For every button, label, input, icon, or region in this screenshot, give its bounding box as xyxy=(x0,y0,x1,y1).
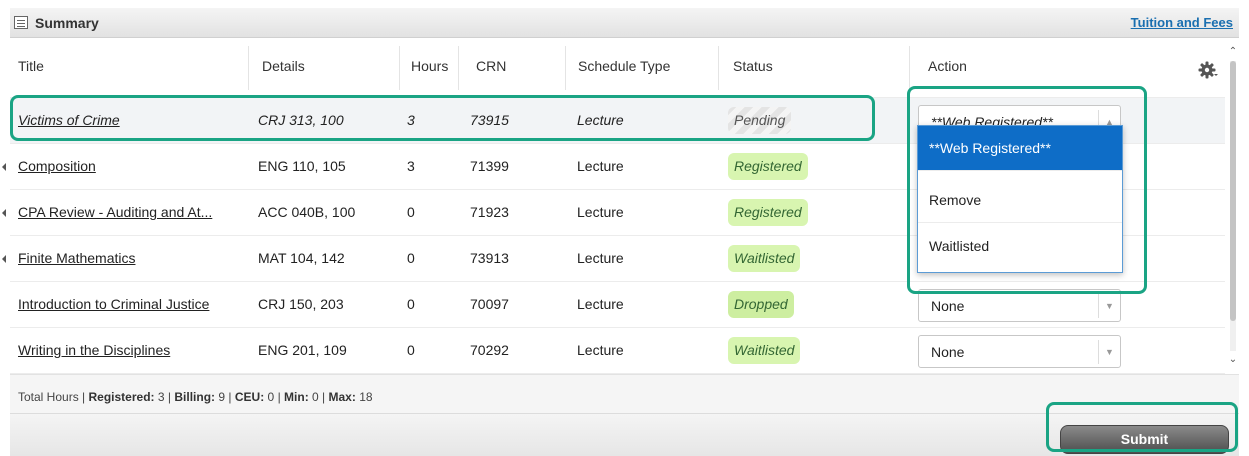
course-details: ACC 040B, 100 xyxy=(258,204,356,220)
row-marker-icon xyxy=(2,255,6,263)
course-details: ENG 110, 105 xyxy=(258,158,346,174)
action-dropdown-list: **Web Registered** Remove Waitlisted xyxy=(917,125,1123,273)
submit-button[interactable]: Submit xyxy=(1060,425,1229,454)
course-crn: 71923 xyxy=(470,204,509,220)
dropdown-arrow-icon[interactable]: ▼ xyxy=(1098,294,1120,318)
scroll-up-icon[interactable]: ⌃ xyxy=(1227,46,1239,60)
action-select[interactable]: None ▼ xyxy=(918,335,1121,368)
course-title-link[interactable]: Writing in the Disciplines xyxy=(18,342,170,358)
course-schedule-type: Lecture xyxy=(577,342,624,358)
course-schedule-type: Lecture xyxy=(577,250,624,266)
col-action[interactable]: Action xyxy=(928,58,967,74)
action-bar: Submit xyxy=(10,414,1239,456)
course-crn: 70097 xyxy=(470,296,509,312)
course-details: MAT 104, 142 xyxy=(258,250,345,266)
col-separator xyxy=(248,46,249,90)
billing-value: 9 xyxy=(218,390,226,404)
action-select-value: None xyxy=(931,298,965,314)
table-row: Writing in the Disciplines ENG 201, 109 … xyxy=(10,328,1225,374)
status-badge: Pending xyxy=(728,107,792,134)
min-value: 0 xyxy=(312,390,319,404)
course-schedule-type: Lecture xyxy=(577,204,624,220)
registered-label: Registered: xyxy=(88,390,155,404)
ceu-value: 0 xyxy=(267,390,275,404)
col-separator xyxy=(565,46,566,90)
course-details: CRJ 150, 203 xyxy=(258,296,344,312)
status-badge: Dropped xyxy=(728,291,794,318)
course-title-link[interactable]: Introduction to Criminal Justice xyxy=(18,296,209,312)
dropdown-option-web-registered[interactable]: **Web Registered** xyxy=(918,126,1122,171)
status-badge: Waitlisted xyxy=(728,245,801,272)
table-scrollbar[interactable]: ⌃ ⌄ xyxy=(1227,46,1239,374)
col-status[interactable]: Status xyxy=(733,58,773,74)
course-title-link[interactable]: Composition xyxy=(18,158,96,174)
course-title-link[interactable]: Finite Mathematics xyxy=(18,250,135,266)
status-badge: Registered xyxy=(728,153,808,180)
row-marker-icon xyxy=(2,209,6,217)
course-schedule-type: Lecture xyxy=(577,112,624,128)
course-hours: 3 xyxy=(407,158,415,174)
ceu-label: CEU: xyxy=(234,390,265,404)
course-title-link[interactable]: Victims of Crime xyxy=(18,112,120,128)
col-separator xyxy=(399,46,400,90)
course-hours: 0 xyxy=(407,204,415,220)
course-schedule-type: Lecture xyxy=(577,296,624,312)
course-hours: 0 xyxy=(407,296,415,312)
table-row: Introduction to Criminal Justice CRJ 150… xyxy=(10,282,1225,328)
col-title[interactable]: Title xyxy=(18,58,44,74)
summary-title: Summary xyxy=(35,15,99,31)
course-schedule-type: Lecture xyxy=(577,158,624,174)
col-separator xyxy=(909,46,910,90)
dropdown-option-remove[interactable]: Remove xyxy=(918,178,1122,223)
status-badge: Registered xyxy=(728,199,808,226)
table-header-row: Title Details Hours CRN Schedule Type St… xyxy=(10,38,1225,98)
col-crn[interactable]: CRN xyxy=(476,58,506,74)
col-schedule-type[interactable]: Schedule Type xyxy=(578,58,670,74)
min-label: Min: xyxy=(284,390,309,404)
tuition-fees-link[interactable]: Tuition and Fees xyxy=(1131,15,1233,30)
course-details: ENG 201, 109 xyxy=(258,342,347,358)
course-crn: 73915 xyxy=(470,112,509,128)
action-select[interactable]: None ▼ xyxy=(918,289,1121,322)
scroll-down-icon[interactable]: ⌄ xyxy=(1227,354,1239,368)
summary-header: Summary Tuition and Fees xyxy=(10,8,1239,38)
max-value: 18 xyxy=(359,390,373,404)
col-separator xyxy=(718,46,719,90)
row-marker-icon xyxy=(2,163,6,171)
course-crn: 71399 xyxy=(470,158,509,174)
col-details[interactable]: Details xyxy=(262,58,305,74)
course-details: CRJ 313, 100 xyxy=(258,112,344,128)
course-crn: 73913 xyxy=(470,250,509,266)
status-badge: Waitlisted xyxy=(728,337,801,364)
course-hours: 0 xyxy=(407,342,415,358)
course-hours: 3 xyxy=(407,112,415,128)
gear-icon[interactable] xyxy=(1198,60,1218,80)
course-crn: 70292 xyxy=(470,342,509,358)
summary-icon xyxy=(14,16,28,29)
total-hours-footer: Total Hours | Registered: 3 | Billing: 9… xyxy=(10,374,1239,414)
billing-label: Billing: xyxy=(174,390,216,404)
dropdown-arrow-icon[interactable]: ▼ xyxy=(1098,340,1120,364)
dropdown-option-waitlisted[interactable]: Waitlisted xyxy=(918,224,1122,269)
course-title-link[interactable]: CPA Review - Auditing and At... xyxy=(18,204,212,220)
scrollbar-thumb[interactable] xyxy=(1230,61,1236,321)
total-hours-prefix: Total Hours | xyxy=(18,390,86,404)
course-hours: 0 xyxy=(407,250,415,266)
total-hours-text: Total Hours | Registered: 3 | Billing: 9… xyxy=(18,390,373,404)
col-separator xyxy=(458,46,459,90)
scrollbar-track[interactable] xyxy=(1230,61,1236,351)
col-hours[interactable]: Hours xyxy=(411,58,448,74)
max-label: Max: xyxy=(328,390,356,404)
action-select-value: None xyxy=(931,344,965,360)
registered-value: 3 xyxy=(157,390,165,404)
